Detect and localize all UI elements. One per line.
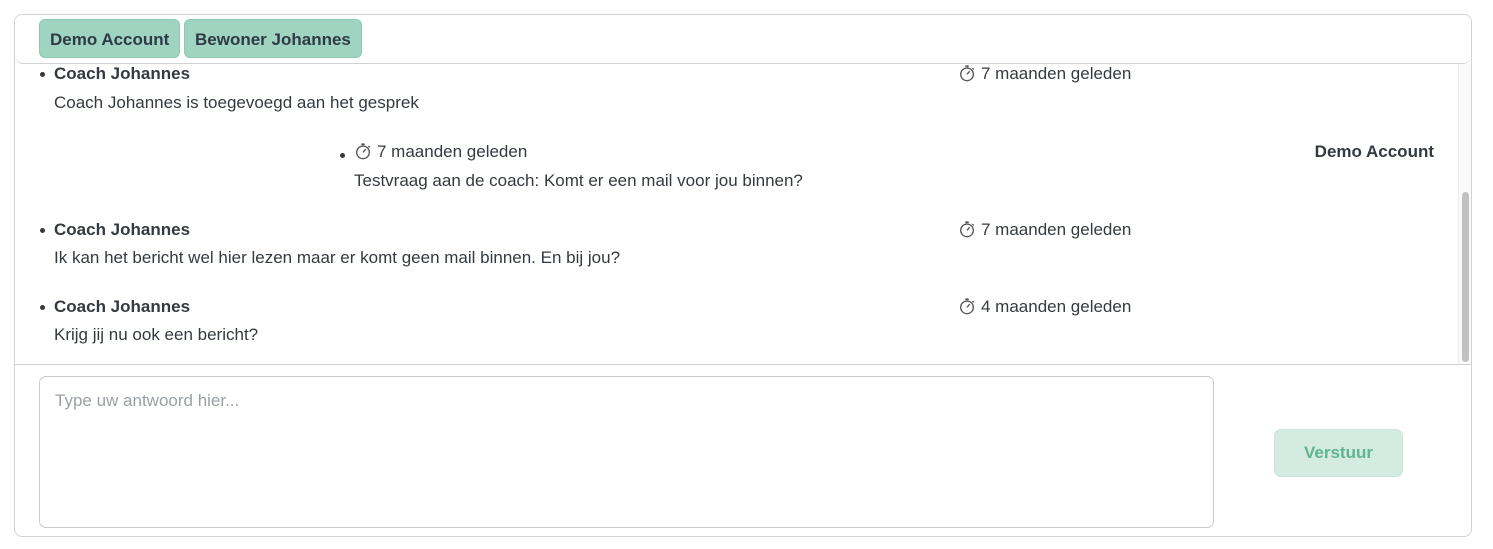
stopwatch-icon bbox=[960, 65, 975, 82]
message-item-own: 7 maanden geleden Demo Account Testvraag… bbox=[15, 142, 1458, 212]
stopwatch-icon bbox=[960, 298, 975, 315]
reply-input[interactable] bbox=[39, 376, 1214, 528]
message-item: Coach Johannes 4 maanden geleden Krijg j… bbox=[15, 297, 1458, 364]
send-button[interactable]: Verstuur bbox=[1274, 429, 1403, 477]
message-text: Testvraag aan de coach: Komt er een mail… bbox=[354, 171, 803, 190]
message-text: Coach Johannes is toegevoegd aan het ges… bbox=[54, 93, 419, 112]
composer-divider bbox=[15, 364, 1471, 365]
message-time-label: 7 maanden geleden bbox=[377, 142, 528, 161]
stopwatch-icon bbox=[356, 143, 371, 160]
message-author: Coach Johannes bbox=[54, 297, 191, 316]
message-author: Coach Johannes bbox=[54, 220, 191, 239]
participants-header: Demo Account Bewoner Johannes bbox=[15, 15, 1471, 64]
message-scrollbar[interactable] bbox=[1458, 64, 1471, 364]
message-time-label: 7 maanden geleden bbox=[981, 64, 1132, 83]
bullet bbox=[40, 228, 45, 233]
message-time: 4 maanden geleden bbox=[958, 297, 1131, 317]
scrollbar-thumb[interactable] bbox=[1462, 192, 1469, 362]
message-author: Demo Account bbox=[1314, 142, 1434, 161]
message-item: Coach Johannes 7 maanden geleden Ik kan … bbox=[15, 220, 1458, 290]
stopwatch-icon bbox=[960, 221, 975, 238]
message-text: Krijg jij nu ook een bericht? bbox=[54, 325, 259, 344]
message-time-label: 7 maanden geleden bbox=[981, 220, 1132, 239]
message-time: 7 maanden geleden bbox=[958, 64, 1131, 84]
conversation-panel: Demo Account Bewoner Johannes Coach Joha… bbox=[14, 14, 1472, 537]
bullet bbox=[40, 305, 45, 310]
message-item: Coach Johannes 7 maanden geleden Coach J… bbox=[15, 64, 1458, 125]
message-list[interactable]: Coach Johannes 7 maanden geleden Coach J… bbox=[15, 64, 1458, 364]
message-author: Coach Johannes bbox=[54, 64, 191, 83]
bullet bbox=[340, 153, 345, 158]
participant-bewoner-johannes[interactable]: Bewoner Johannes bbox=[184, 19, 362, 58]
message-time: 7 maanden geleden bbox=[958, 220, 1131, 240]
message-text: Ik kan het bericht wel hier lezen maar e… bbox=[54, 248, 621, 267]
message-time-label: 4 maanden geleden bbox=[981, 297, 1132, 316]
participant-demo-account[interactable]: Demo Account bbox=[39, 19, 181, 58]
bullet bbox=[40, 72, 45, 77]
message-time: 7 maanden geleden bbox=[354, 142, 527, 162]
